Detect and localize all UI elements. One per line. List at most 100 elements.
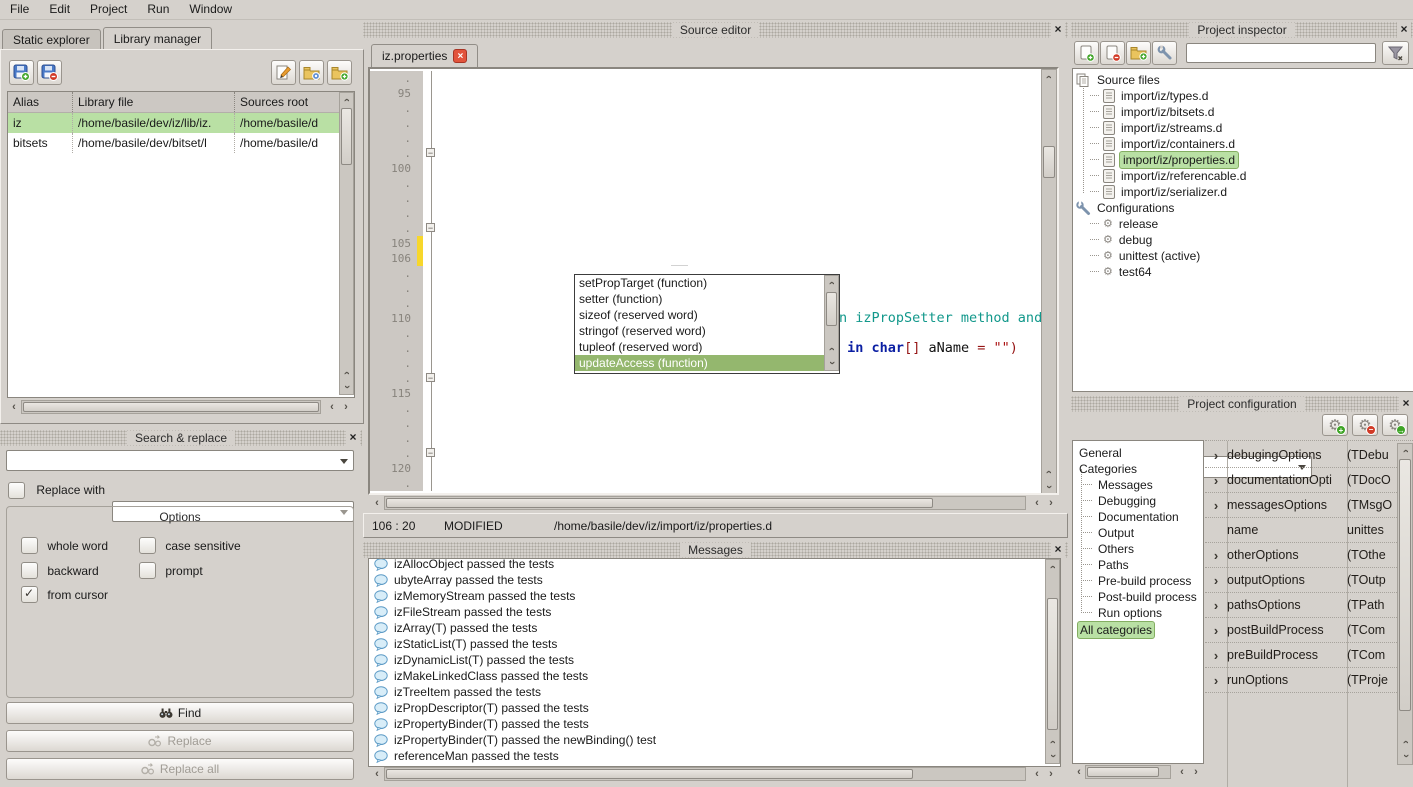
fold-marker[interactable] xyxy=(423,386,441,401)
message-row[interactable]: izPropDescriptor(T) passed the tests xyxy=(369,700,1044,716)
completion-item[interactable]: updateAccess (function) xyxy=(575,355,824,371)
fold-marker[interactable] xyxy=(423,116,441,131)
fold-marker[interactable] xyxy=(423,71,441,86)
completion-item[interactable]: setter (function) xyxy=(575,291,824,307)
add-library-button[interactable] xyxy=(9,60,34,85)
option-case-sensitive[interactable]: case sensitive xyxy=(139,537,241,554)
add-folder-sources-button[interactable] xyxy=(1126,41,1151,65)
fold-marker[interactable] xyxy=(423,161,441,176)
scroll-up-arrow[interactable]: › xyxy=(340,93,354,107)
fold-marker[interactable] xyxy=(423,146,441,161)
fold-marker[interactable] xyxy=(423,296,441,311)
message-row[interactable]: izTreeItem passed the tests xyxy=(369,684,1044,700)
option-row[interactable]: › otherOptions (TOthe xyxy=(1205,543,1397,568)
messages-hscrollbar[interactable]: ‹ ‹ › xyxy=(368,766,1059,782)
category-categories[interactable]: Categories xyxy=(1077,461,1203,477)
tree-item-source-file[interactable]: import/iz/types.d xyxy=(1076,88,1410,104)
scroll-up-arrow[interactable]: › xyxy=(1046,560,1060,574)
add-source-button[interactable] xyxy=(1074,41,1099,65)
tree-item-source-file[interactable]: import/iz/bitsets.d xyxy=(1076,104,1410,120)
expand-arrow-icon[interactable]: › xyxy=(1205,573,1227,588)
category-item[interactable]: Output xyxy=(1077,525,1203,541)
scrollbar-thumb[interactable] xyxy=(341,108,352,165)
expand-arrow-icon[interactable]: › xyxy=(1205,548,1227,563)
category-item[interactable]: Paths xyxy=(1077,557,1203,573)
menu-item[interactable]: Window xyxy=(179,2,242,16)
expand-arrow-icon[interactable]: › xyxy=(1205,473,1227,488)
inspector-filter-input[interactable] xyxy=(1186,43,1376,63)
scroll-down-arrow[interactable]: › xyxy=(340,380,354,394)
column-header-sources-root[interactable]: Sources root xyxy=(234,92,337,112)
scroll-left-arrow[interactable]: ‹ xyxy=(370,767,384,781)
message-row[interactable]: izFileStream passed the tests xyxy=(369,604,1044,620)
tab-library-manager[interactable]: Library manager xyxy=(103,27,212,51)
completion-item[interactable]: stringof (reserved word) xyxy=(575,323,824,339)
project-settings-button[interactable] xyxy=(1152,41,1177,65)
code-line[interactable]: 115 assert(aSetter); xyxy=(370,386,1041,401)
expand-arrow-icon[interactable]: › xyxy=(1205,598,1227,613)
code-line[interactable]: . assert(aGetter); xyxy=(370,176,1041,191)
whole-word-checkbox[interactable] xyxy=(21,537,38,554)
from-cursor-checkbox[interactable] xyxy=(21,586,38,603)
scrollbar-thumb[interactable] xyxy=(1047,598,1058,730)
code-line[interactable]: . body xyxy=(370,206,1041,221)
tab-close-icon[interactable]: × xyxy=(453,49,467,63)
fold-marker[interactable] xyxy=(423,311,441,326)
code-line[interactable]: . /** xyxy=(370,71,1041,86)
library-row[interactable]: bitsets /home/basile/dev/bitset/l /home/… xyxy=(8,133,354,153)
category-item[interactable]: Documentation xyxy=(1077,509,1203,525)
code-line[interactable]: . in xyxy=(370,131,1041,146)
category-item[interactable]: Messages xyxy=(1077,477,1203,493)
replace-with-checkbox[interactable] xyxy=(8,482,25,499)
scrollbar-thumb[interactable] xyxy=(1399,459,1411,711)
messages-vscrollbar[interactable]: › › › xyxy=(1045,559,1060,764)
case-sensitive-checkbox[interactable] xyxy=(139,537,156,554)
column-header-library-file[interactable]: Library file xyxy=(72,92,234,112)
replace-button[interactable]: Replace xyxy=(6,730,354,752)
close-icon[interactable]: × xyxy=(1051,22,1065,38)
scroll-up-arrow[interactable]: › xyxy=(1042,70,1056,84)
close-icon[interactable]: × xyxy=(1397,22,1411,38)
code-line[interactable]: 120 define(aSetter, aSourceData, aName); xyxy=(370,461,1041,476)
message-row[interactable]: izAllocObject passed the tests xyxy=(369,558,1044,572)
completion-item[interactable]: setPropTarget (function) xyxy=(575,275,824,291)
fold-marker[interactable] xyxy=(423,341,441,356)
expand-arrow-icon[interactable]: › xyxy=(1205,498,1227,513)
chevron-down-icon[interactable] xyxy=(340,459,348,464)
code-line[interactable]: . } xyxy=(370,476,1041,491)
fold-marker[interactable] xyxy=(423,461,441,476)
scroll-left-arrow[interactable]: ‹ xyxy=(325,400,339,414)
option-row[interactable]: › name unittes xyxy=(1205,518,1397,543)
find-button[interactable]: Find xyxy=(6,702,354,724)
fold-marker[interactable] xyxy=(423,281,441,296)
tab-static-explorer[interactable]: Static explorer xyxy=(2,29,101,51)
scroll-up-arrow[interactable]: › xyxy=(1399,735,1413,749)
scroll-left-arrow[interactable]: ‹ xyxy=(7,400,21,414)
fold-marker[interactable] xyxy=(423,431,441,446)
fold-marker[interactable] xyxy=(423,206,441,221)
tree-item-configuration[interactable]: ⚙ test64 xyxy=(1076,264,1410,280)
scroll-right-arrow[interactable]: › xyxy=(1044,496,1058,510)
open-library-folder-button[interactable] xyxy=(299,60,324,85)
code-line[interactable]: . } xyxy=(370,191,1041,206)
message-row[interactable]: izMemoryStream passed the tests xyxy=(369,588,1044,604)
tree-item-configuration[interactable]: ⚙ release xyxy=(1076,216,1410,232)
code-line[interactable]: . { xyxy=(370,446,1041,461)
message-row[interactable]: izDynamicList(T) passed the tests xyxy=(369,652,1044,668)
code-line[interactable]: 106 this.up xyxy=(370,251,1041,266)
fold-marker[interactable] xyxy=(423,266,441,281)
prompt-checkbox[interactable] xyxy=(139,562,156,579)
expand-arrow-icon[interactable]: › xyxy=(1205,648,1227,663)
option-backward[interactable]: backward xyxy=(21,562,99,579)
tree-root-configurations[interactable]: Configurations xyxy=(1076,200,1410,216)
message-row[interactable]: izMakeLinkedClass passed the tests xyxy=(369,668,1044,684)
scroll-up-arrow[interactable]: › xyxy=(825,276,839,290)
category-item[interactable]: Post-build process xyxy=(1077,589,1203,605)
option-row[interactable]: › debugingOptions (TDebu xyxy=(1205,443,1397,468)
code-line[interactable]: . { xyxy=(370,146,1041,161)
message-row[interactable]: referenceMan passed the tests xyxy=(369,748,1044,764)
fold-marker[interactable] xyxy=(423,446,441,461)
option-row[interactable]: › postBuildProcess (TCom xyxy=(1205,618,1397,643)
fold-marker[interactable] xyxy=(423,131,441,146)
completion-item[interactable]: tupleof (reserved word) xyxy=(575,339,824,355)
